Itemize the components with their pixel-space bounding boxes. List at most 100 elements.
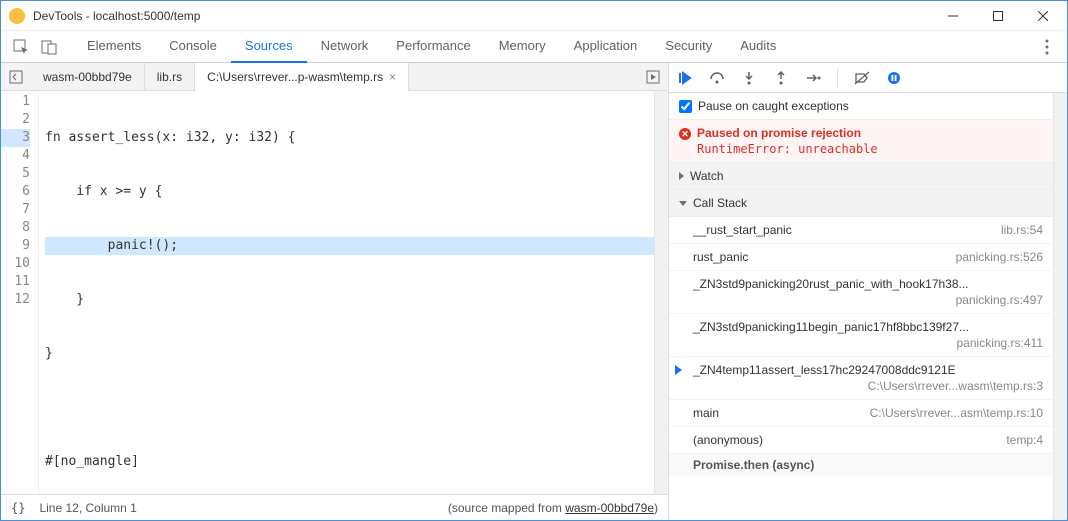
code-line: }: [45, 291, 654, 309]
chevron-down-icon: [679, 201, 687, 206]
tab-sources[interactable]: Sources: [231, 31, 307, 63]
line-number: 11: [1, 273, 30, 291]
frame-location: panicking.rs:411: [693, 336, 1043, 350]
window-controls: [930, 1, 1065, 30]
stack-frame-current[interactable]: _ZN4temp11assert_less17hc29247008ddc9121…: [669, 357, 1053, 400]
line-number: 8: [1, 219, 30, 237]
frame-name: _ZN3std9panicking11begin_panic17hf8bbc13…: [693, 320, 1043, 334]
pause-exceptions-button[interactable]: [884, 68, 904, 88]
code-line: fn assert_less(x: i32, y: i32) {: [45, 129, 654, 147]
frame-location: lib.rs:54: [1001, 223, 1043, 237]
main-area: wasm-00bbd79e lib.rs C:\Users\rrever...p…: [1, 63, 1067, 520]
stack-frame[interactable]: main C:\Users\rrever...asm\temp.rs:10: [669, 400, 1053, 427]
step-over-button[interactable]: [707, 68, 727, 88]
frame-name: rust_panic: [693, 250, 948, 264]
paused-message: ✕ Paused on promise rejection RuntimeErro…: [669, 120, 1053, 163]
code-line: }: [45, 345, 654, 363]
pretty-print-icon[interactable]: {}: [11, 501, 25, 515]
tab-application[interactable]: Application: [560, 31, 652, 63]
stack-frame[interactable]: _ZN3std9panicking20rust_panic_with_hook1…: [669, 271, 1053, 314]
frame-name: _ZN4temp11assert_less17hc29247008ddc9121…: [693, 363, 1043, 377]
frame-location: temp:4: [1006, 433, 1043, 447]
line-number: 7: [1, 201, 30, 219]
titlebar: DevTools - localhost:5000/temp: [1, 1, 1067, 31]
file-tab-temp[interactable]: C:\Users\rrever...p-wasm\temp.rs×: [195, 63, 409, 91]
code-editor[interactable]: 1 2 3 4 5 6 7 8 9 10 11 12 fn assert_les…: [1, 91, 668, 494]
step-into-button[interactable]: [739, 68, 759, 88]
frame-name: _ZN3std9panicking20rust_panic_with_hook1…: [693, 277, 1043, 291]
close-button[interactable]: [1020, 1, 1065, 30]
watch-label: Watch: [690, 169, 724, 183]
tab-console[interactable]: Console: [155, 31, 231, 63]
step-out-button[interactable]: [771, 68, 791, 88]
close-icon[interactable]: ×: [389, 70, 396, 84]
line-number: 5: [1, 165, 30, 183]
file-tab-label: lib.rs: [157, 70, 182, 84]
code-line: #[no_mangle]: [45, 453, 654, 471]
app-icon: [9, 8, 25, 24]
file-tab-wasm[interactable]: wasm-00bbd79e: [31, 63, 145, 91]
line-number: 10: [1, 255, 30, 273]
device-icon[interactable]: [35, 33, 63, 61]
window-title: DevTools - localhost:5000/temp: [33, 9, 930, 23]
run-snippet-icon[interactable]: [638, 63, 668, 91]
cursor-position: Line 12, Column 1: [39, 501, 136, 515]
editor-pane: wasm-00bbd79e lib.rs C:\Users\rrever...p…: [1, 63, 669, 520]
line-number: 2: [1, 111, 30, 129]
resume-button[interactable]: [675, 68, 695, 88]
tab-network[interactable]: Network: [307, 31, 383, 63]
step-button[interactable]: [803, 68, 823, 88]
code-line: [45, 399, 654, 417]
more-icon[interactable]: [1033, 39, 1061, 55]
frame-location: panicking.rs:526: [956, 250, 1043, 264]
pause-caught-label: Pause on caught exceptions: [698, 99, 849, 113]
line-number: 9: [1, 237, 30, 255]
frame-location: panicking.rs:497: [693, 293, 1043, 307]
callstack-label: Call Stack: [693, 196, 747, 210]
pause-caught-checkbox[interactable]: [679, 100, 692, 113]
paused-title: Paused on promise rejection: [697, 126, 861, 140]
frame-name: (anonymous): [693, 433, 998, 447]
tab-security[interactable]: Security: [651, 31, 726, 63]
editor-scrollbar[interactable]: [654, 91, 668, 494]
file-tabbar: wasm-00bbd79e lib.rs C:\Users\rrever...p…: [1, 63, 668, 91]
maximize-button[interactable]: [975, 1, 1020, 30]
stack-frame[interactable]: (anonymous) temp:4: [669, 427, 1053, 454]
debugger-scrollbar[interactable]: [1053, 93, 1067, 520]
error-icon: ✕: [679, 128, 691, 140]
panel-tabs: Elements Console Sources Network Perform…: [73, 31, 1033, 63]
frame-name: __rust_start_panic: [693, 223, 993, 237]
chevron-right-icon: [679, 172, 684, 180]
tab-audits[interactable]: Audits: [726, 31, 790, 63]
line-number: 3: [1, 129, 30, 147]
navigator-icon[interactable]: [1, 63, 31, 91]
callstack-section[interactable]: Call Stack: [669, 190, 1053, 217]
source-map-link[interactable]: wasm-00bbd79e: [565, 501, 654, 515]
stack-frame[interactable]: _ZN3std9panicking11begin_panic17hf8bbc13…: [669, 314, 1053, 357]
debugger-pane: Pause on caught exceptions ✕ Paused on pr…: [669, 63, 1067, 520]
code-content[interactable]: fn assert_less(x: i32, y: i32) { if x >=…: [39, 91, 654, 494]
file-tab-lib[interactable]: lib.rs: [145, 63, 195, 91]
deactivate-breakpoints-button[interactable]: [852, 68, 872, 88]
tab-memory[interactable]: Memory: [485, 31, 560, 63]
stack-frame[interactable]: rust_panic panicking.rs:526: [669, 244, 1053, 271]
statusbar: {} Line 12, Column 1 (source mapped from…: [1, 494, 668, 520]
tab-performance[interactable]: Performance: [382, 31, 484, 63]
line-number: 12: [1, 291, 30, 309]
watch-section[interactable]: Watch: [669, 163, 1053, 190]
tab-elements[interactable]: Elements: [73, 31, 155, 63]
async-boundary: Promise.then (async): [669, 454, 1053, 476]
pause-caught-row[interactable]: Pause on caught exceptions: [669, 93, 1053, 120]
line-gutter: 1 2 3 4 5 6 7 8 9 10 11 12: [1, 91, 39, 494]
frame-location: C:\Users\rrever...asm\temp.rs:10: [870, 406, 1043, 420]
paused-subtitle: RuntimeError: unreachable: [697, 142, 1043, 156]
source-map-info: (source mapped from wasm-00bbd79e): [448, 501, 658, 515]
debugger-content: Pause on caught exceptions ✕ Paused on pr…: [669, 93, 1053, 520]
stack-frame[interactable]: __rust_start_panic lib.rs:54: [669, 217, 1053, 244]
frame-location: C:\Users\rrever...wasm\temp.rs:3: [693, 379, 1043, 393]
minimize-button[interactable]: [930, 1, 975, 30]
line-number: 6: [1, 183, 30, 201]
inspect-icon[interactable]: [7, 33, 35, 61]
code-line-current: panic!();: [45, 237, 654, 255]
debugger-toolbar: [669, 63, 1067, 93]
